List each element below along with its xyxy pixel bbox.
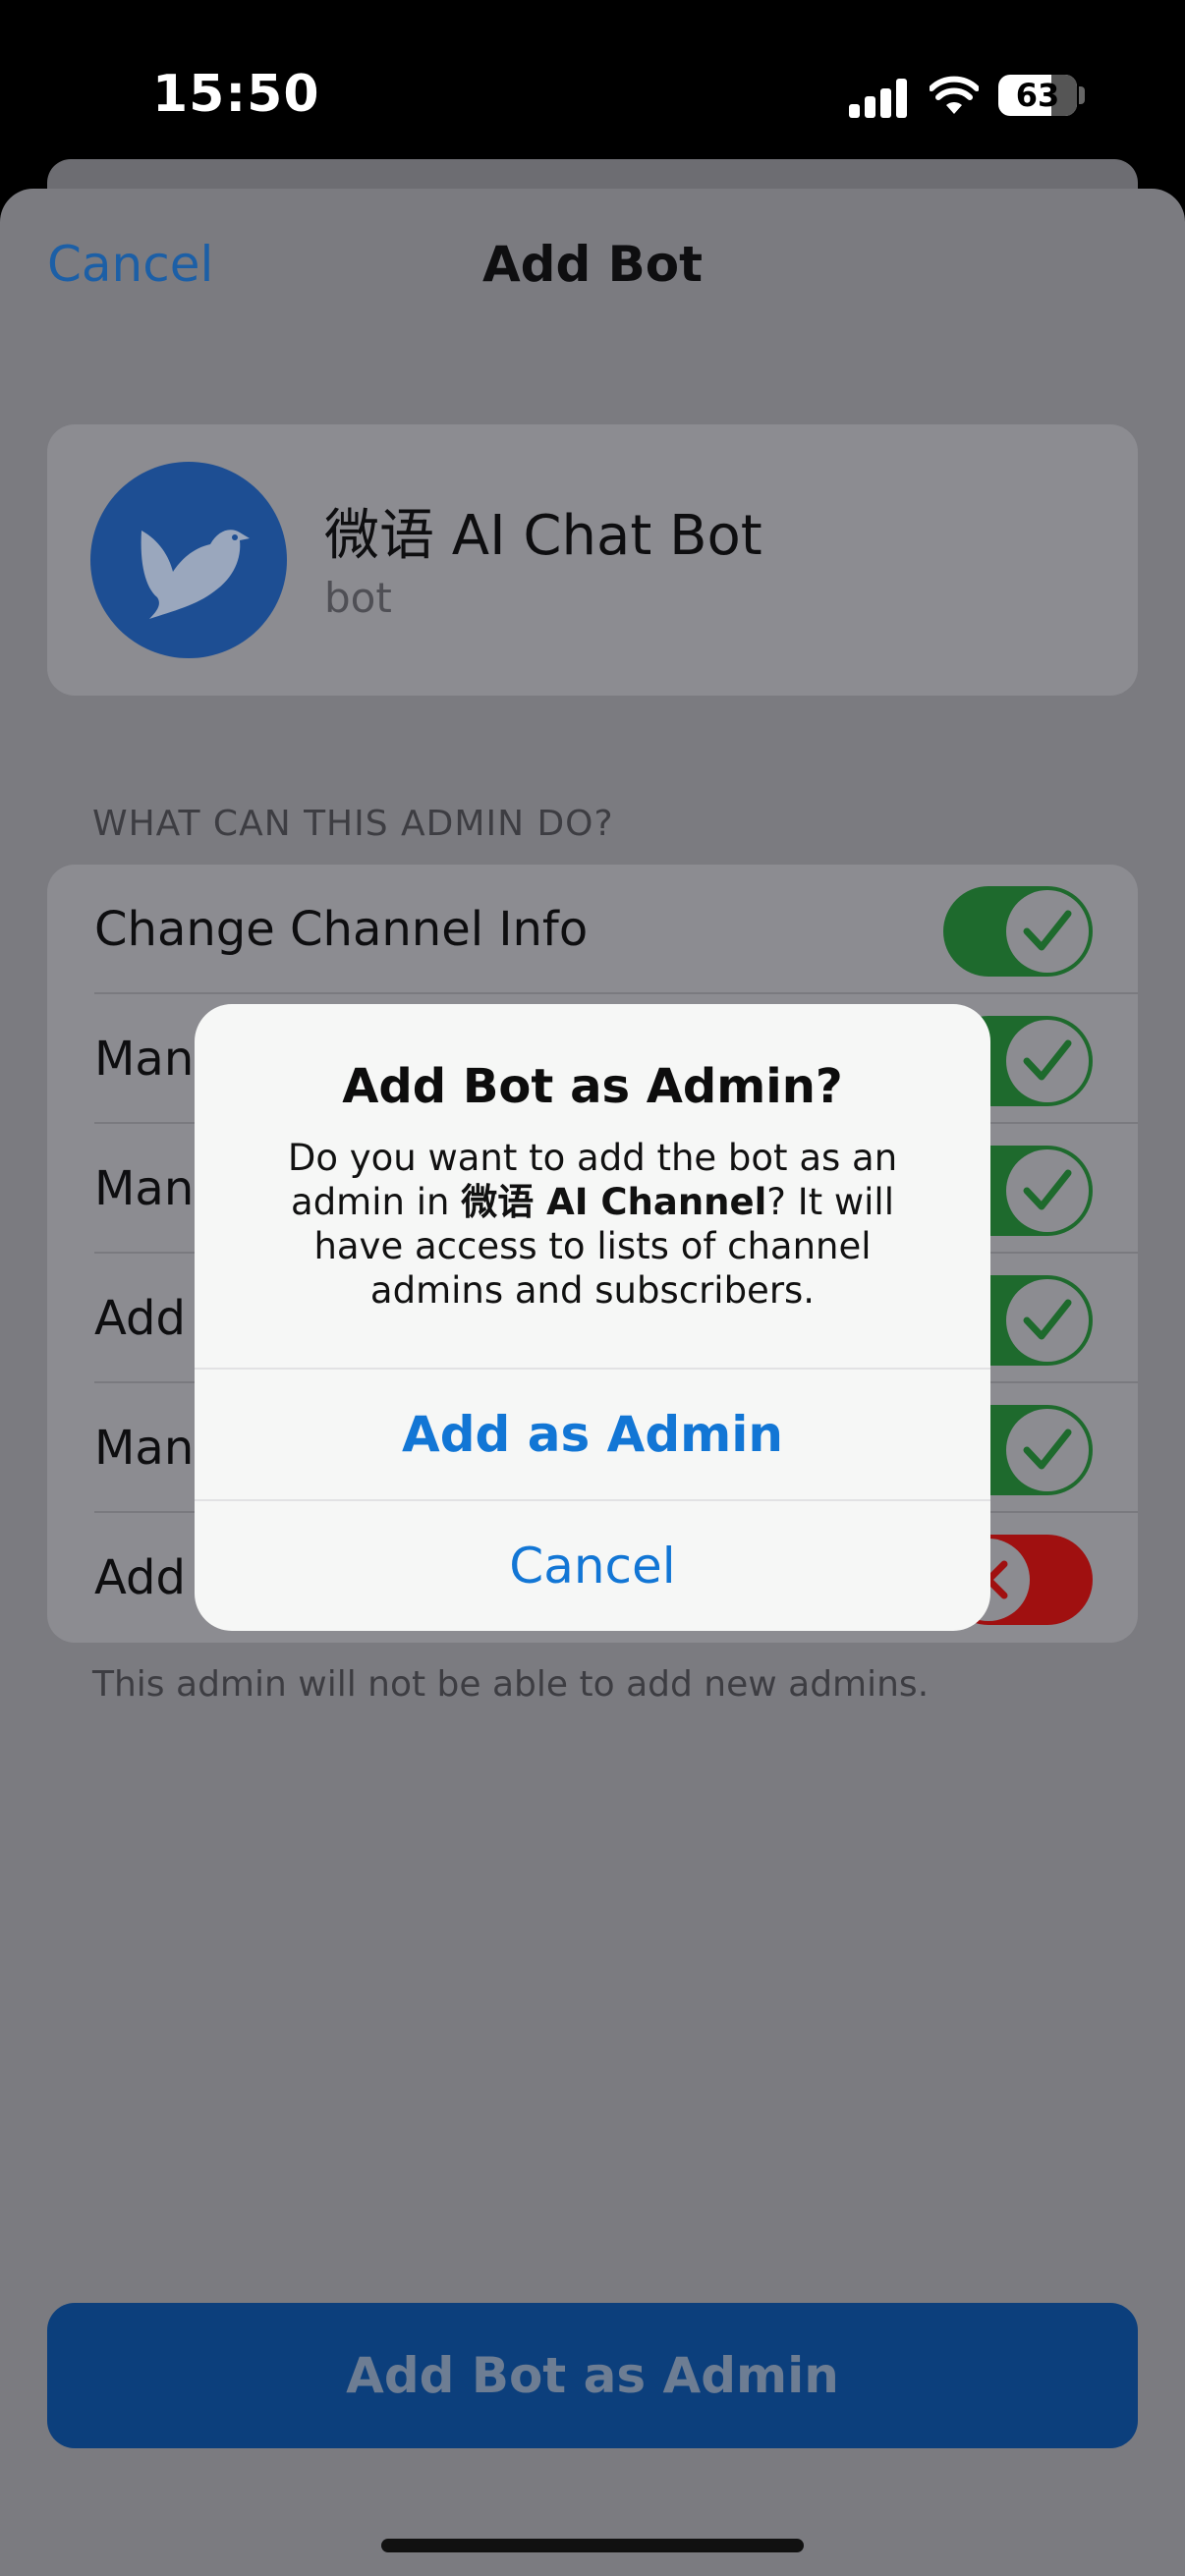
add-admin-alert-dialog: Add Bot as Admin? Do you want to add the… xyxy=(195,1004,990,1631)
permission-toggle[interactable] xyxy=(943,886,1093,977)
permissions-header: WHAT CAN THIS ADMIN DO? xyxy=(92,804,614,844)
permission-label: Add xyxy=(94,1550,186,1605)
bot-avatar-dove-icon xyxy=(90,462,287,658)
battery-level: 63 xyxy=(1015,77,1060,114)
battery-icon: 63 xyxy=(998,75,1077,116)
permission-label: Change Channel Info xyxy=(94,902,589,957)
add-as-admin-button[interactable]: Add as Admin xyxy=(195,1370,990,1499)
alert-channel-name: 微语 AI Channel xyxy=(461,1181,767,1223)
checkmark-icon xyxy=(1023,1299,1072,1340)
bot-subtitle: bot xyxy=(324,574,392,622)
status-bar: 15:50 63 xyxy=(0,0,1185,167)
page-title: Add Bot xyxy=(481,236,704,293)
alert-cancel-button[interactable]: Cancel xyxy=(195,1501,990,1631)
wifi-icon xyxy=(930,76,979,114)
checkmark-icon xyxy=(1023,1169,1072,1210)
home-indicator[interactable] xyxy=(381,2539,804,2552)
checkmark-icon xyxy=(1023,1428,1072,1470)
cellular-signal-icon xyxy=(849,79,908,118)
checkmark-icon xyxy=(1023,910,1072,951)
bot-name: 微语 AI Chat Bot xyxy=(324,504,762,568)
permissions-footer-note: This admin will not be able to add new a… xyxy=(92,1664,930,1705)
alert-title: Add Bot as Admin? xyxy=(342,1059,843,1114)
checkmark-icon xyxy=(1023,1039,1072,1081)
status-time: 15:50 xyxy=(152,65,320,124)
alert-message: Do you want to add the bot as an admin i… xyxy=(244,1136,941,1313)
battery-cap xyxy=(1079,86,1085,104)
permission-row[interactable]: Change Channel Info xyxy=(47,865,1138,994)
permission-label: Add xyxy=(94,1291,186,1346)
add-bot-as-admin-button[interactable]: Add Bot as Admin xyxy=(47,2303,1138,2448)
